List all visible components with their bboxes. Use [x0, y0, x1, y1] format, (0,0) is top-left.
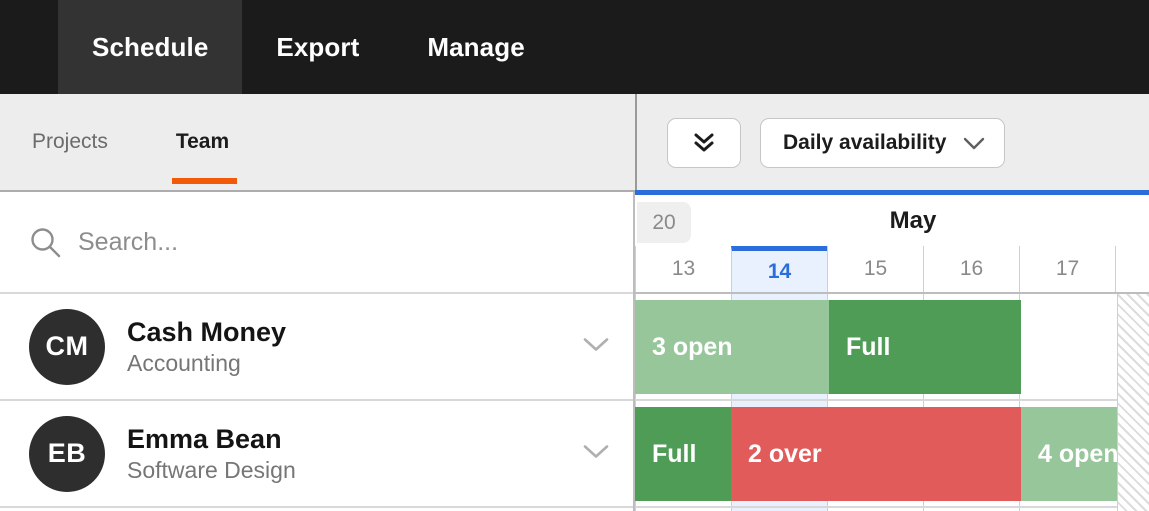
- day-header-weekend[interactable]: [1115, 246, 1149, 292]
- nav-tab-manage-label: Manage: [427, 32, 524, 63]
- schedule-app: Schedule Export Manage Projects Team: [0, 0, 1149, 511]
- tab-projects[interactable]: Projects: [32, 130, 108, 154]
- day-header-14-label: 14: [768, 260, 791, 284]
- team-member-name: Cash Money: [127, 318, 286, 346]
- view-tabs: Projects Team: [0, 94, 635, 192]
- calendar-day-header: 13 14 15 16 17: [635, 246, 1149, 294]
- team-list-panel: Search... CM Cash Money Accounting EB Em…: [0, 192, 635, 511]
- availability-grid: 3 open Full Full 2 over 4 open: [635, 294, 1149, 511]
- day-header-14[interactable]: 14: [731, 246, 827, 292]
- day-header-13[interactable]: 13: [635, 246, 731, 292]
- team-member-info: Emma Bean Software Design: [127, 425, 296, 481]
- grid-row-separator: [635, 399, 1149, 401]
- chevron-down-icon: [581, 335, 611, 353]
- nav-tab-export[interactable]: Export: [242, 0, 393, 94]
- day-header-16[interactable]: 16: [923, 246, 1019, 292]
- team-member-row-cash-money[interactable]: CM Cash Money Accounting: [0, 294, 633, 401]
- availability-bar-label: Full: [829, 333, 890, 362]
- day-header-15-label: 15: [864, 257, 887, 281]
- expand-row-button[interactable]: [581, 335, 611, 358]
- availability-bar-label: 2 over: [731, 440, 822, 469]
- availability-bar-cash-money-partial[interactable]: 3 open: [635, 300, 829, 394]
- availability-view-select[interactable]: Daily availability: [760, 118, 1005, 168]
- availability-bar-emma-bean-partial[interactable]: 4 open: [1021, 407, 1117, 501]
- availability-view-value: Daily availability: [783, 131, 946, 155]
- day-header-13-label: 13: [672, 257, 695, 281]
- non-working-days-hatch: [1117, 294, 1149, 511]
- availability-bar-label: 4 open: [1021, 440, 1117, 469]
- calendar-controls: Daily availability: [635, 94, 1149, 192]
- day-header-17[interactable]: 17: [1019, 246, 1115, 292]
- nav-tab-manage[interactable]: Manage: [393, 0, 558, 94]
- nav-tab-schedule[interactable]: Schedule: [58, 0, 242, 94]
- nav-tab-export-label: Export: [276, 32, 359, 63]
- availability-bar-label: Full: [635, 440, 696, 469]
- double-chevron-down-icon: [690, 130, 718, 156]
- avatar-initials: CM: [46, 331, 89, 362]
- day-header-15[interactable]: 15: [827, 246, 923, 292]
- availability-bar-cash-money-full[interactable]: Full: [829, 300, 1021, 394]
- tab-team-label: Team: [176, 130, 229, 153]
- calendar-month-header: May 20: [635, 195, 1149, 246]
- sub-toolbar: Projects Team Daily availability: [0, 94, 1149, 192]
- team-member-info: Cash Money Accounting: [127, 318, 286, 374]
- day-header-16-label: 16: [960, 257, 983, 281]
- team-member-role: Accounting: [127, 351, 286, 375]
- availability-bar-label: 3 open: [635, 333, 733, 362]
- avatar: CM: [29, 309, 105, 385]
- team-member-role: Software Design: [127, 458, 296, 482]
- collapse-all-button[interactable]: [667, 118, 741, 168]
- tab-team-active-underline: [172, 178, 237, 184]
- availability-bar-emma-bean-over[interactable]: 2 over: [731, 407, 1021, 501]
- day-header-17-label: 17: [1056, 257, 1079, 281]
- avatar: EB: [29, 416, 105, 492]
- team-member-row-emma-bean[interactable]: EB Emma Bean Software Design: [0, 401, 633, 508]
- tab-team[interactable]: Team: [176, 130, 229, 154]
- search-icon: [28, 225, 62, 259]
- chevron-down-icon: [962, 136, 986, 151]
- expand-row-button[interactable]: [581, 442, 611, 465]
- team-member-name: Emma Bean: [127, 425, 296, 453]
- avatar-initials: EB: [48, 438, 87, 469]
- tab-projects-label: Projects: [32, 130, 108, 153]
- nav-tab-schedule-label: Schedule: [92, 32, 208, 63]
- month-label: May: [635, 195, 1149, 246]
- top-navigation: Schedule Export Manage: [0, 0, 1149, 94]
- nav-left-spacer: [0, 0, 58, 94]
- week-number-badge: 20: [637, 202, 691, 243]
- grid-row-separator: [635, 506, 1149, 508]
- search-input[interactable]: Search...: [78, 228, 178, 257]
- search-row[interactable]: Search...: [0, 192, 633, 294]
- chevron-down-icon: [581, 442, 611, 460]
- availability-bar-emma-bean-full[interactable]: Full: [635, 407, 731, 501]
